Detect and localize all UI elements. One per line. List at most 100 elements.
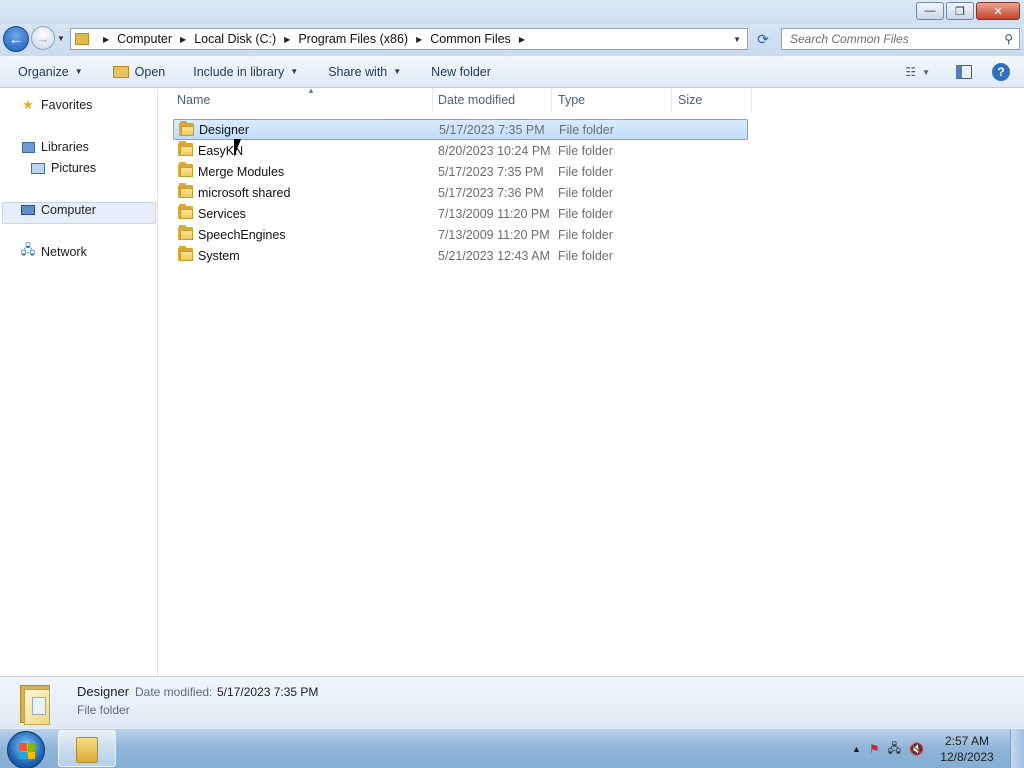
folder-icon: [178, 225, 193, 240]
file-name: microsoft shared: [198, 185, 291, 200]
folder-icon: [179, 121, 194, 136]
nav-computer-label: Computer: [41, 203, 96, 217]
nav-favorites[interactable]: ★ Favorites: [20, 97, 93, 112]
file-name: Merge Modules: [198, 164, 285, 179]
column-date-label: Date modified: [438, 93, 516, 107]
nav-network-label: Network: [41, 245, 87, 259]
chevron-right-icon[interactable]: ▶: [103, 35, 109, 44]
file-row[interactable]: SpeechEngines 7/13/2009 11:20 PM File fold…: [173, 224, 748, 245]
show-hidden-icons-icon[interactable]: ▲: [852, 744, 861, 754]
file-row[interactable]: System 5/21/2023 12:43 AM File folder: [173, 245, 748, 266]
folder-icon: [178, 141, 193, 156]
taskbar: ▲ ⚑ 🖧 🔇 2:57 AM 12/8/2023: [0, 728, 1024, 768]
share-with-button[interactable]: Share with ▼: [328, 65, 401, 79]
breadcrumb-program-files[interactable]: Program Files (x86): [298, 32, 408, 46]
folder-icon: [76, 737, 98, 763]
file-row[interactable]: EasyKN 8/20/2023 10:24 PM File folder: [173, 140, 748, 161]
arrow-right-icon: →: [36, 30, 50, 46]
refresh-button[interactable]: ⟳: [752, 28, 774, 50]
column-date-modified[interactable]: Date modified: [432, 88, 552, 112]
details-date-label: Date modified:: [135, 685, 213, 699]
file-type: File folder: [558, 143, 613, 158]
search-placeholder: Search Common Files: [790, 32, 909, 46]
close-button[interactable]: ✕: [976, 2, 1020, 20]
include-in-library-button[interactable]: Include in library ▼: [193, 65, 298, 79]
sort-ascending-icon: ▲: [307, 86, 315, 95]
help-icon[interactable]: ?: [992, 63, 1010, 81]
new-folder-button[interactable]: New folder: [431, 65, 491, 79]
file-row[interactable]: microsoft shared 5/17/2023 7:36 PM File fo…: [173, 182, 748, 203]
nav-pictures[interactable]: Pictures: [30, 161, 96, 175]
start-button[interactable]: [7, 731, 45, 768]
include-label: Include in library: [193, 64, 285, 79]
breadcrumb-computer[interactable]: Computer: [117, 32, 172, 46]
computer-icon: [20, 203, 36, 217]
file-date-modified: 5/17/2023 7:36 PM: [438, 185, 544, 200]
file-date-modified: 5/21/2023 12:43 AM: [438, 248, 550, 263]
maximize-button[interactable]: ❐: [946, 2, 974, 20]
chevron-right-icon[interactable]: ▶: [284, 35, 290, 44]
search-input[interactable]: Search Common Files ⚲: [781, 28, 1020, 50]
details-date-value: 5/17/2023 7:35 PM: [217, 685, 319, 699]
column-size[interactable]: Size: [672, 88, 752, 112]
folder-open-icon: [112, 65, 129, 78]
taskbar-explorer-button[interactable]: [58, 730, 116, 767]
chevron-down-icon[interactable]: ▼: [922, 68, 930, 77]
file-name: System: [198, 248, 240, 263]
windows-logo-icon: [19, 743, 35, 759]
chevron-down-icon[interactable]: ▼: [733, 35, 741, 44]
nav-libraries[interactable]: Libraries: [20, 140, 89, 154]
address-bar[interactable]: ▶ Computer ▶ Local Disk (C:) ▶ Program F…: [70, 28, 748, 50]
chevron-right-icon[interactable]: ▶: [519, 35, 525, 44]
refresh-icon: ⟳: [757, 30, 769, 47]
mouse-pointer-icon: [234, 139, 241, 157]
open-button[interactable]: Open: [112, 65, 165, 79]
chevron-down-icon: ▼: [290, 67, 299, 76]
file-row[interactable]: Services 7/13/2009 11:20 PM File folder: [173, 203, 748, 224]
file-row[interactable]: Merge Modules 5/17/2023 7:35 PM File folde…: [173, 161, 748, 182]
folder-thumbnail-icon: [18, 681, 52, 725]
network-icon: 🖧: [20, 242, 36, 257]
recent-pages-dropdown[interactable]: ▼: [57, 34, 65, 43]
details-type: File folder: [77, 703, 130, 717]
nav-network[interactable]: 🖧 Network: [20, 242, 87, 259]
share-label: Share with: [328, 64, 388, 79]
file-name: Designer: [199, 122, 250, 137]
arrow-left-icon: ←: [8, 30, 24, 48]
new-folder-label: New folder: [431, 64, 491, 79]
libraries-icon: [20, 140, 36, 154]
view-options-icon[interactable]: ☷: [905, 65, 916, 79]
column-type-label: Type: [558, 93, 586, 107]
file-type: File folder: [558, 248, 613, 263]
organize-button[interactable]: Organize ▼: [18, 65, 83, 79]
star-icon: ★: [22, 97, 34, 112]
action-center-flag-icon[interactable]: ⚑: [869, 742, 880, 756]
file-date-modified: 7/13/2009 11:20 PM: [438, 206, 550, 221]
file-row[interactable]: Designer 5/17/2023 7:35 PM File folder: [173, 119, 748, 140]
folder-icon: [178, 162, 193, 177]
nav-computer[interactable]: Computer: [20, 203, 96, 217]
preview-pane-icon[interactable]: [956, 65, 972, 79]
breadcrumb-local-disk[interactable]: Local Disk (C:): [194, 32, 276, 46]
breadcrumb-common-files[interactable]: Common Files: [430, 32, 511, 46]
column-type[interactable]: Type: [552, 88, 672, 112]
nav-libraries-label: Libraries: [41, 140, 89, 154]
network-status-icon[interactable]: 🖧: [888, 739, 901, 760]
search-icon[interactable]: ⚲: [1004, 32, 1013, 46]
forward-button[interactable]: →: [31, 26, 55, 50]
chevron-right-icon[interactable]: ▶: [416, 35, 422, 44]
chevron-down-icon: ▼: [74, 67, 83, 76]
column-name[interactable]: Name ▲: [171, 86, 433, 112]
file-name: Services: [198, 206, 246, 221]
folder-icon: [178, 246, 193, 261]
clock-time: 2:57 AM: [944, 734, 990, 748]
volume-muted-icon[interactable]: 🔇: [909, 742, 924, 756]
minimize-button[interactable]: —: [916, 2, 944, 20]
clock[interactable]: 2:57 AM 12/8/2023: [932, 733, 1002, 765]
column-size-label: Size: [678, 93, 703, 107]
details-pane: Designer Date modified: 5/17/2023 7:35 P…: [0, 676, 1024, 728]
chevron-right-icon[interactable]: ▶: [180, 35, 186, 44]
nav-favorites-label: Favorites: [41, 98, 93, 112]
back-button[interactable]: ←: [3, 26, 29, 52]
show-desktop-button[interactable]: [1010, 729, 1024, 768]
